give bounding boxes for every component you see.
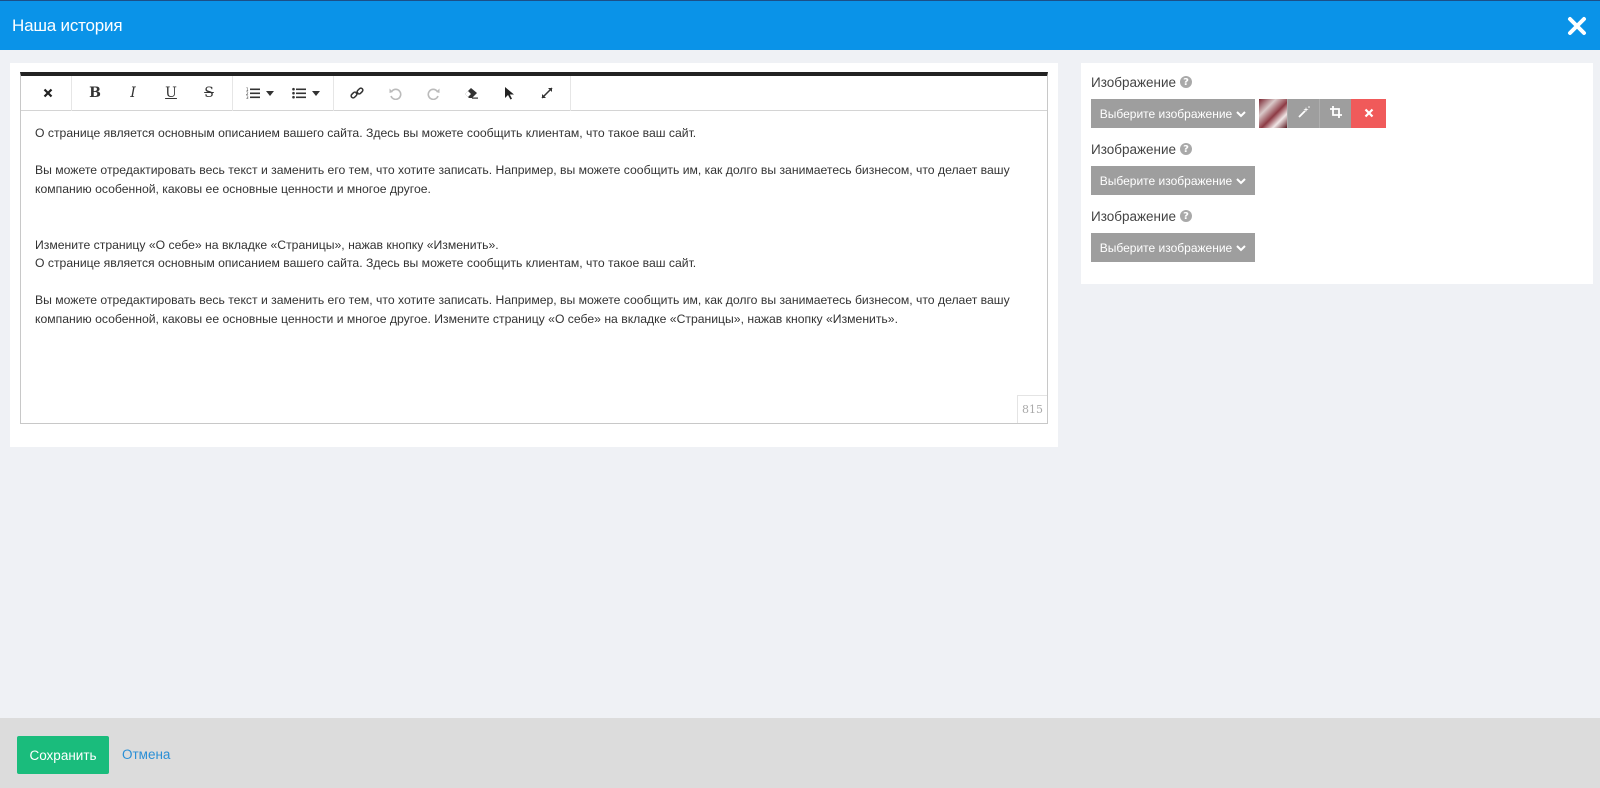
- rich-text-editor: B I U S 123 О странице является основным…: [20, 72, 1048, 424]
- editor-content[interactable]: О странице является основным описанием в…: [21, 111, 1047, 329]
- close-icon: [43, 88, 53, 98]
- unordered-list-button[interactable]: [283, 76, 329, 111]
- ordered-list-button[interactable]: 123: [237, 76, 283, 111]
- save-button[interactable]: Сохранить: [17, 736, 109, 774]
- redo-button[interactable]: [414, 76, 452, 111]
- link-button[interactable]: [338, 76, 376, 111]
- image-field-1: Изображение ? Выберите изображение: [1091, 73, 1386, 128]
- choose-image-button[interactable]: Выберите изображение: [1091, 233, 1255, 262]
- editor-panel: B I U S 123 О странице является основным…: [10, 63, 1058, 447]
- crop-button[interactable]: [1319, 99, 1351, 128]
- help-icon[interactable]: ?: [1180, 143, 1193, 155]
- fullscreen-icon: [541, 87, 553, 99]
- paragraph: Вы можете отредактировать весь текст и з…: [35, 163, 1010, 196]
- image-thumbnail[interactable]: [1259, 99, 1287, 128]
- link-icon: [350, 86, 364, 100]
- image-field-label: Изображение: [1091, 141, 1177, 157]
- close-icon: [1364, 105, 1374, 123]
- editor-toolbar: B I U S 123: [21, 75, 1047, 111]
- chevron-down-icon: [266, 90, 274, 96]
- modal-header: Наша история: [0, 0, 1600, 50]
- close-icon[interactable]: [1566, 15, 1588, 37]
- chevron-down-icon: [312, 90, 320, 96]
- image-field-3: Изображение ? Выберите изображение: [1091, 207, 1255, 262]
- paragraph: О странице является основным описанием в…: [35, 256, 697, 271]
- cancel-link[interactable]: Отмена: [122, 747, 170, 762]
- choose-image-label: Выберите изображение: [1099, 173, 1233, 188]
- bold-icon: B: [89, 85, 101, 101]
- fullscreen-button[interactable]: [528, 76, 566, 111]
- unordered-list-icon: [292, 87, 306, 99]
- crop-icon: [1329, 105, 1342, 123]
- italic-icon: I: [130, 85, 136, 101]
- eraser-button[interactable]: [452, 76, 490, 111]
- italic-button[interactable]: I: [114, 76, 152, 111]
- bold-button[interactable]: B: [76, 76, 114, 111]
- modal-footer: Сохранить Отмена: [0, 718, 1600, 788]
- undo-icon: [389, 87, 402, 100]
- choose-image-button[interactable]: Выберите изображение: [1091, 166, 1255, 195]
- choose-image-label: Выберите изображение: [1099, 240, 1233, 255]
- paragraph: Вы можете отредактировать весь текст и з…: [35, 293, 1010, 326]
- underline-button[interactable]: U: [152, 76, 190, 111]
- eraser-icon: [464, 87, 478, 99]
- image-field-label: Изображение: [1091, 74, 1177, 90]
- char-counter: 815: [1017, 395, 1047, 423]
- chevron-down-icon: [1232, 107, 1246, 121]
- redo-icon: [427, 87, 440, 100]
- paragraph: Измените страницу «О себе» на вкладке «С…: [35, 237, 499, 252]
- magic-wand-button[interactable]: [1287, 99, 1319, 128]
- svg-text:3: 3: [246, 95, 249, 99]
- ordered-list-icon: 123: [246, 87, 260, 99]
- underline-icon: U: [165, 85, 177, 101]
- undo-button[interactable]: [376, 76, 414, 111]
- strikethrough-button[interactable]: S: [190, 76, 228, 111]
- remove-format-button[interactable]: [29, 76, 67, 111]
- chevron-down-icon: [1232, 241, 1246, 255]
- strikethrough-icon: S: [204, 85, 214, 101]
- help-icon[interactable]: ?: [1180, 210, 1193, 222]
- image-settings-panel: Изображение ? Выберите изображение Изобр…: [1081, 63, 1593, 284]
- image-field-2: Изображение ? Выберите изображение: [1091, 140, 1255, 195]
- paragraph: О странице является основным описанием в…: [35, 126, 697, 140]
- image-field-label: Изображение: [1091, 208, 1177, 224]
- modal-title: Наша история: [12, 16, 123, 35]
- magic-wand-icon: [1297, 105, 1310, 123]
- choose-image-button[interactable]: Выберите изображение: [1091, 99, 1255, 128]
- pointer-icon: [504, 86, 515, 100]
- chevron-down-icon: [1232, 174, 1246, 188]
- choose-image-label: Выберите изображение: [1099, 106, 1233, 121]
- remove-image-button[interactable]: [1351, 99, 1386, 128]
- select-button[interactable]: [490, 76, 528, 111]
- help-icon[interactable]: ?: [1180, 76, 1193, 88]
